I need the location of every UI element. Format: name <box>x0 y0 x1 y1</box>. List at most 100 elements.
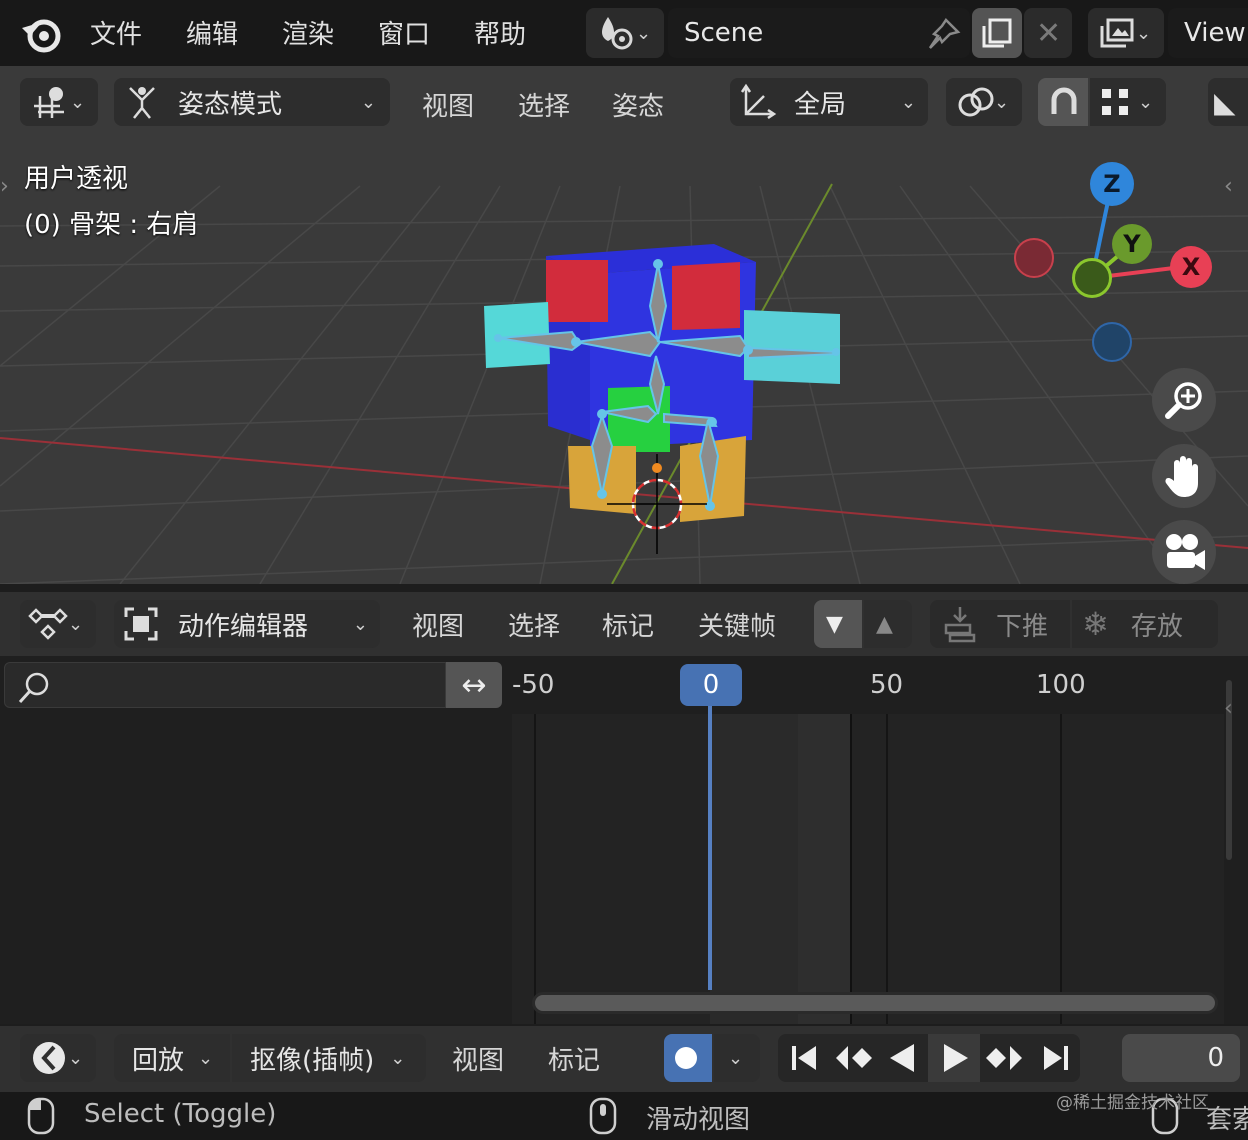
play-reverse-icon[interactable] <box>886 1042 918 1074</box>
scene-selector-button[interactable]: ⌄ <box>586 8 664 58</box>
action-menu-select[interactable]: 选择 <box>508 606 560 643</box>
timeline-menu-view[interactable]: 视图 <box>452 1040 504 1077</box>
channel-search-input[interactable] <box>4 662 446 708</box>
playhead-frame-indicator[interactable]: 0 <box>680 664 742 706</box>
gizmo-neg-z-axis[interactable] <box>1092 322 1132 362</box>
playback-dropdown[interactable]: 回放 ⌄ <box>114 1034 230 1082</box>
chevron-down-icon: ⌄ <box>636 22 652 44</box>
sidebar-expand-icon[interactable]: ‹ <box>1224 696 1233 721</box>
chevron-down-icon: ⌄ <box>70 91 86 113</box>
transform-orientation-dropdown[interactable]: 全局 ⌄ <box>730 78 928 126</box>
auto-keying-button[interactable] <box>664 1034 712 1082</box>
view-name-label: 用户透视 <box>24 164 129 194</box>
resize-channels-button[interactable]: ↔ <box>446 662 502 708</box>
editor-type-button[interactable]: ⌄ <box>20 600 96 648</box>
chevron-down-icon: ⌄ <box>728 1047 744 1069</box>
frame-gridline <box>850 714 852 1024</box>
gizmo-x-axis[interactable]: X <box>1170 246 1212 288</box>
3d-viewport-icon <box>34 87 64 118</box>
push-down-label: 下推 <box>996 611 1049 642</box>
view-layer-name-field[interactable]: View <box>1168 8 1248 58</box>
jump-to-keyframe-icon[interactable] <box>834 1042 874 1074</box>
viewport-menu-pose[interactable]: 姿态 <box>612 86 664 123</box>
grid-snap-icon <box>1102 89 1128 115</box>
hand-icon <box>1165 456 1198 497</box>
menu-edit[interactable]: 编辑 <box>186 14 238 51</box>
proportional-edit-icon: ◣ <box>1214 85 1236 119</box>
chevron-down-icon: ⌄ <box>360 91 376 113</box>
pin-icon[interactable] <box>926 18 962 50</box>
scene-range-band <box>710 714 798 1024</box>
viewport-header: ⌄ 姿态模式 ⌄ 视图 选择 姿态 全局 ⌄ ⌄ ⌄ ◣ <box>0 66 1248 138</box>
gizmo-neg-x-axis[interactable] <box>1014 238 1054 278</box>
timeline-menu-marker[interactable]: 标记 <box>548 1040 600 1077</box>
chevron-down-icon: ⌄ <box>1138 91 1154 113</box>
view-layer-name: View <box>1184 18 1246 48</box>
status-right-hint: 套索 <box>1206 1105 1248 1135</box>
jump-to-start-icon[interactable] <box>788 1042 820 1074</box>
editor-type-button[interactable]: ⌄ <box>20 1034 96 1082</box>
frame-tick-neg50: -50 <box>512 670 555 700</box>
keying-dropdown[interactable]: 抠像(插帧) ⌄ <box>232 1034 426 1082</box>
dope-sheet-icon <box>28 608 68 640</box>
render-layers-icon <box>1100 18 1134 48</box>
dope-sheet-mode-dropdown[interactable]: 动作编辑器 ⌄ <box>114 600 380 648</box>
menu-help[interactable]: 帮助 <box>474 14 526 51</box>
camera-view-button[interactable] <box>1152 520 1216 584</box>
viewport-menu-view[interactable]: 视图 <box>422 86 474 123</box>
pivot-point-dropdown[interactable]: ⌄ <box>946 78 1022 126</box>
scene-range-band <box>798 714 850 1024</box>
toolbar-expand-icon[interactable]: › <box>0 174 9 199</box>
jump-to-next-keyframe-icon[interactable] <box>984 1042 1024 1074</box>
pan-button[interactable] <box>1152 444 1216 508</box>
action-editor-header: ⌄ 动作编辑器 ⌄ 视图 选择 标记 关键帧 ▼ ▲ 下推 ❄ 存放 <box>0 592 1248 656</box>
snap-target-dropdown[interactable]: ⌄ <box>1090 78 1166 126</box>
stash-button[interactable]: ❄ 存放 <box>1072 600 1218 648</box>
new-scene-button[interactable] <box>972 8 1022 58</box>
mouse-middle-icon <box>589 1097 617 1135</box>
action-menu-view[interactable]: 视图 <box>412 606 464 643</box>
magnet-icon <box>1051 87 1077 114</box>
current-frame-field[interactable]: 0 <box>1122 1034 1240 1082</box>
horizontal-scrollbar[interactable] <box>532 992 1218 1014</box>
action-menu-keyframe[interactable]: 关键帧 <box>698 606 776 643</box>
dope-sheet-mode-label: 动作编辑器 <box>178 611 309 642</box>
show-hidden-button[interactable]: ▲ <box>864 600 912 648</box>
editor-type-button[interactable]: ⌄ <box>20 78 98 126</box>
chevron-down-icon: ⌄ <box>352 613 368 635</box>
camera-icon <box>1166 534 1205 570</box>
only-selected-button[interactable]: ▼ <box>814 600 862 648</box>
jump-to-end-icon[interactable] <box>1040 1042 1072 1074</box>
menu-file[interactable]: 文件 <box>90 14 142 51</box>
frame-tick-50: 50 <box>870 670 904 700</box>
gizmo-y-axis[interactable]: Y <box>1112 224 1152 264</box>
frame-gridline <box>1060 714 1062 1024</box>
interaction-mode-dropdown[interactable]: 姿态模式 ⌄ <box>114 78 390 126</box>
scene-name-field[interactable]: Scene <box>668 8 970 58</box>
3d-viewport[interactable]: 用户透视 (0) 骨架 : 右肩 › ‹ Z Y X <box>0 66 1248 584</box>
gizmo-neg-y-axis[interactable] <box>1072 258 1112 298</box>
chevron-down-icon: ⌄ <box>68 613 84 635</box>
gizmo-z-axis[interactable]: Z <box>1090 162 1134 206</box>
proportional-editing-button[interactable]: ◣ <box>1208 78 1248 126</box>
snap-toggle-button[interactable] <box>1038 78 1088 126</box>
blender-logo-icon[interactable] <box>20 14 64 54</box>
scene-name: Scene <box>684 18 764 48</box>
delete-scene-button[interactable]: ✕ <box>1024 8 1072 58</box>
auto-keying-options-button[interactable]: ⌄ <box>714 1034 760 1082</box>
action-menu-marker[interactable]: 标记 <box>602 606 654 643</box>
search-icon <box>18 672 49 704</box>
playback-label: 回放 <box>132 1045 185 1076</box>
view-layer-selector-button[interactable]: ⌄ <box>1088 8 1164 58</box>
push-down-button[interactable]: 下推 <box>930 600 1070 648</box>
stash-label: 存放 <box>1130 611 1183 642</box>
zoom-button[interactable] <box>1152 368 1216 432</box>
play-button[interactable] <box>928 1034 980 1082</box>
frame-gridline <box>534 714 536 1024</box>
viewport-menu-select[interactable]: 选择 <box>518 86 570 123</box>
menu-render[interactable]: 渲染 <box>282 14 334 51</box>
transform-orientation-label: 全局 <box>794 89 847 120</box>
keyframe-area[interactable] <box>512 714 1224 1024</box>
playback-controls <box>778 1034 1080 1082</box>
menu-window[interactable]: 窗口 <box>378 14 430 51</box>
